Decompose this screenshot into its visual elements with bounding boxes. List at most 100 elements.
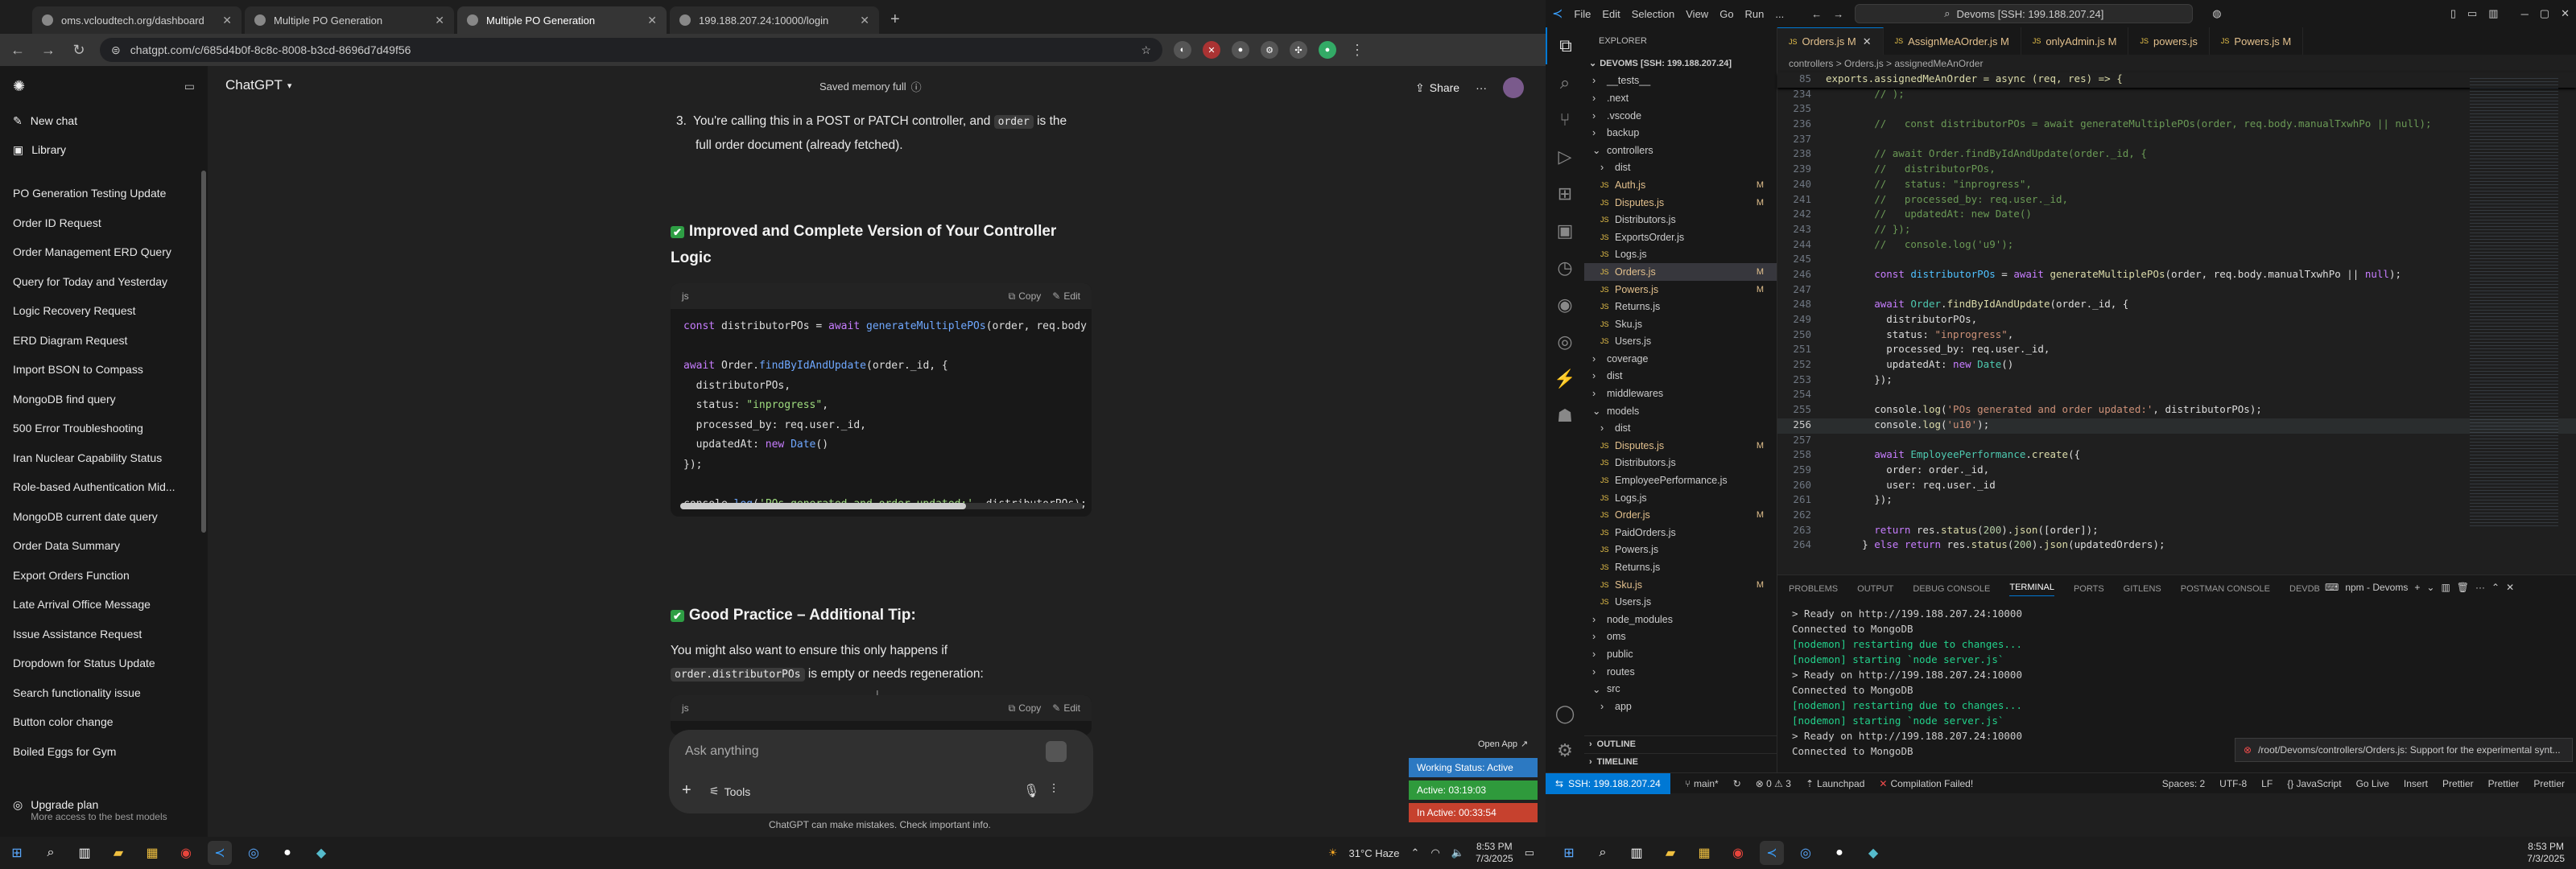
open-app-link[interactable]: Open App ↗ xyxy=(1478,739,1528,750)
problems-count[interactable]: ⊗ 0 ⚠ 3 xyxy=(1756,778,1791,789)
vscode-icon[interactable]: ≺ xyxy=(208,841,232,865)
status-item[interactable]: LF xyxy=(2261,778,2273,789)
chat-history-item[interactable]: Order Management ERD Query xyxy=(0,237,208,267)
workspace-header[interactable]: ⌄ DEVOMS [SSH: 199.188.207.24] xyxy=(1584,55,1777,72)
file-item[interactable]: JS Order.js M xyxy=(1584,506,1777,524)
file-item[interactable]: JS Users.js xyxy=(1584,333,1777,351)
store-icon[interactable]: ▦ xyxy=(1692,841,1716,865)
profile-avatar-icon[interactable]: ● xyxy=(1319,41,1336,59)
panel-tab[interactable]: GITLENS xyxy=(2124,584,2161,594)
chat-history-item[interactable]: Order Data Summary xyxy=(0,531,208,561)
folder-item[interactable]: › dist xyxy=(1584,419,1777,437)
site-info-icon[interactable]: ⊜ xyxy=(111,43,121,57)
chat-history-item[interactable]: MongoDB current date query xyxy=(0,502,208,532)
more-options-icon[interactable]: ··· xyxy=(1476,81,1487,94)
close-icon[interactable]: ✕ xyxy=(860,14,869,27)
timeline-section[interactable]: › TIMELINE xyxy=(1584,753,1777,771)
minimize-icon[interactable]: ─ xyxy=(2521,8,2529,20)
close-panel-icon[interactable]: ✕ xyxy=(2506,582,2514,593)
share-button[interactable]: ⇪ Share xyxy=(1415,81,1459,95)
sync-icon[interactable]: ↻ xyxy=(1733,778,1741,789)
add-icon[interactable]: + xyxy=(682,781,691,800)
sidebar-scrollbar[interactable] xyxy=(201,171,206,533)
weather-icon[interactable]: ☀ xyxy=(1328,846,1338,859)
file-item[interactable]: JS Returns.js xyxy=(1584,558,1777,576)
notification-icon[interactable]: ▭ xyxy=(1525,846,1534,859)
code-editor[interactable]: 234 // ); 235 236 // const distributorPO… xyxy=(1777,88,2576,554)
new-tab-icon[interactable]: + xyxy=(890,10,900,29)
editor-tab[interactable]: JS powers.js xyxy=(2128,27,2210,55)
windows-start-icon[interactable]: ⊞ xyxy=(5,841,29,865)
menu-item[interactable]: Go xyxy=(1719,8,1733,20)
status-item[interactable]: Spaces: 2 xyxy=(2162,778,2205,789)
reload-icon[interactable]: ↻ xyxy=(69,42,89,59)
url-input[interactable]: ⊜ chatgpt.com/c/685d4b0f-8c8c-8008-b3cd-8… xyxy=(100,38,1162,62)
remote-explorer-icon[interactable]: ▣ xyxy=(1546,212,1584,249)
user-avatar[interactable] xyxy=(1503,77,1525,98)
more-options-icon[interactable]: ··· xyxy=(2475,582,2485,593)
file-item[interactable]: JS PaidOrders.js xyxy=(1584,524,1777,542)
file-item[interactable]: JS ExportsOrder.js xyxy=(1584,229,1777,246)
folder-item[interactable]: › node_modules xyxy=(1584,611,1777,628)
folder-item[interactable]: › middlewares xyxy=(1584,385,1777,402)
explorer-icon[interactable]: ⧉ xyxy=(1546,27,1584,64)
layout-icon[interactable]: ▥ xyxy=(2488,7,2498,20)
chat-history-item[interactable]: Issue Assistance Request xyxy=(0,620,208,649)
extension-icon[interactable]: ⚙ xyxy=(1261,41,1278,59)
database-icon[interactable]: ☗ xyxy=(1546,397,1584,434)
account-icon[interactable]: ◯ xyxy=(1546,695,1584,732)
postman-icon[interactable]: ◎ xyxy=(1546,323,1584,360)
browser-tab-oms[interactable]: oms.vcloudtech.org/dashboard ✕ xyxy=(32,6,242,34)
tray-chevron-icon[interactable]: ⌃ xyxy=(1411,846,1420,859)
search-icon[interactable]: ⌕ xyxy=(39,841,63,865)
close-icon[interactable]: ✕ xyxy=(222,14,232,27)
minimap[interactable] xyxy=(2470,76,2558,526)
chevron-down-icon[interactable]: ⌄ xyxy=(2426,582,2434,593)
forward-icon[interactable]: → xyxy=(39,42,58,59)
file-item[interactable]: JS Sku.js M xyxy=(1584,576,1777,594)
layout-icon[interactable]: ▭ xyxy=(2467,7,2477,20)
launchpad-button[interactable]: ⇡ Launchpad xyxy=(1806,778,1864,789)
copy-button[interactable]: ⧉ Copy xyxy=(1009,702,1042,715)
clock[interactable]: 8:53 PM 7/3/2025 xyxy=(2527,841,2576,865)
extension-icon[interactable]: ◐ xyxy=(1174,41,1191,59)
chat-history-item[interactable]: Boiled Eggs for Gym xyxy=(0,737,208,767)
chat-history-item[interactable]: Late Arrival Office Message xyxy=(0,590,208,620)
status-item[interactable]: Insert xyxy=(2404,778,2428,789)
menu-item[interactable]: Run xyxy=(1745,8,1765,20)
maximize-panel-icon[interactable]: ⌃ xyxy=(2491,582,2500,593)
file-item[interactable]: JS Powers.js M xyxy=(1584,281,1777,299)
file-item[interactable]: JS Sku.js xyxy=(1584,315,1777,333)
model-selector[interactable]: ChatGPT ▾ xyxy=(225,77,291,93)
folder-item[interactable]: › dist xyxy=(1584,368,1777,385)
chat-history-item[interactable]: Import BSON to Compass xyxy=(0,355,208,385)
menu-item[interactable]: File xyxy=(1574,8,1591,20)
chrome-icon[interactable]: ◉ xyxy=(1726,841,1750,865)
remote-indicator[interactable]: ⇆ SSH: 199.188.207.24 xyxy=(1546,772,1670,794)
layout-icon[interactable]: ▯ xyxy=(2450,7,2456,20)
chat-history-item[interactable]: Role-based Authentication Mid... xyxy=(0,472,208,502)
edit-button[interactable]: ✎ Edit xyxy=(1052,702,1080,714)
browser-tab-login[interactable]: 199.188.207.24:10000/login ✕ xyxy=(670,6,879,34)
extensions-icon[interactable]: ⊞ xyxy=(1546,175,1584,212)
folder-item[interactable]: ⌄ controllers xyxy=(1584,142,1777,159)
compile-status[interactable]: ✕ Compilation Failed! xyxy=(1879,778,1973,789)
chat-history-item[interactable]: Order ID Request xyxy=(0,208,208,238)
chat-history-item[interactable]: MongoDB find query xyxy=(0,385,208,414)
outline-section[interactable]: › OUTLINE xyxy=(1584,735,1777,753)
status-item[interactable]: Prettier xyxy=(2533,778,2565,789)
folder-item[interactable]: › oms xyxy=(1584,628,1777,646)
panel-tab[interactable]: OUTPUT xyxy=(1857,584,1893,594)
attachment-icon[interactable] xyxy=(1046,741,1067,762)
task-view-icon[interactable]: ▥ xyxy=(1624,841,1649,865)
chat-history-item[interactable]: Button color change xyxy=(0,707,208,737)
close-icon[interactable]: ✕ xyxy=(1863,35,1872,48)
file-item[interactable]: JS Auth.js M xyxy=(1584,176,1777,194)
file-explorer-icon[interactable]: ▰ xyxy=(1658,841,1682,865)
editor-tab[interactable]: JS Powers.js M xyxy=(2210,27,2304,55)
file-item[interactable]: JS Orders.js M xyxy=(1584,263,1777,281)
timeline-icon[interactable]: ◷ xyxy=(1546,249,1584,286)
clock[interactable]: 8:53 PM 7/3/2025 xyxy=(1476,841,1513,865)
file-item[interactable]: JS Users.js xyxy=(1584,593,1777,611)
folder-item[interactable]: › routes xyxy=(1584,663,1777,681)
